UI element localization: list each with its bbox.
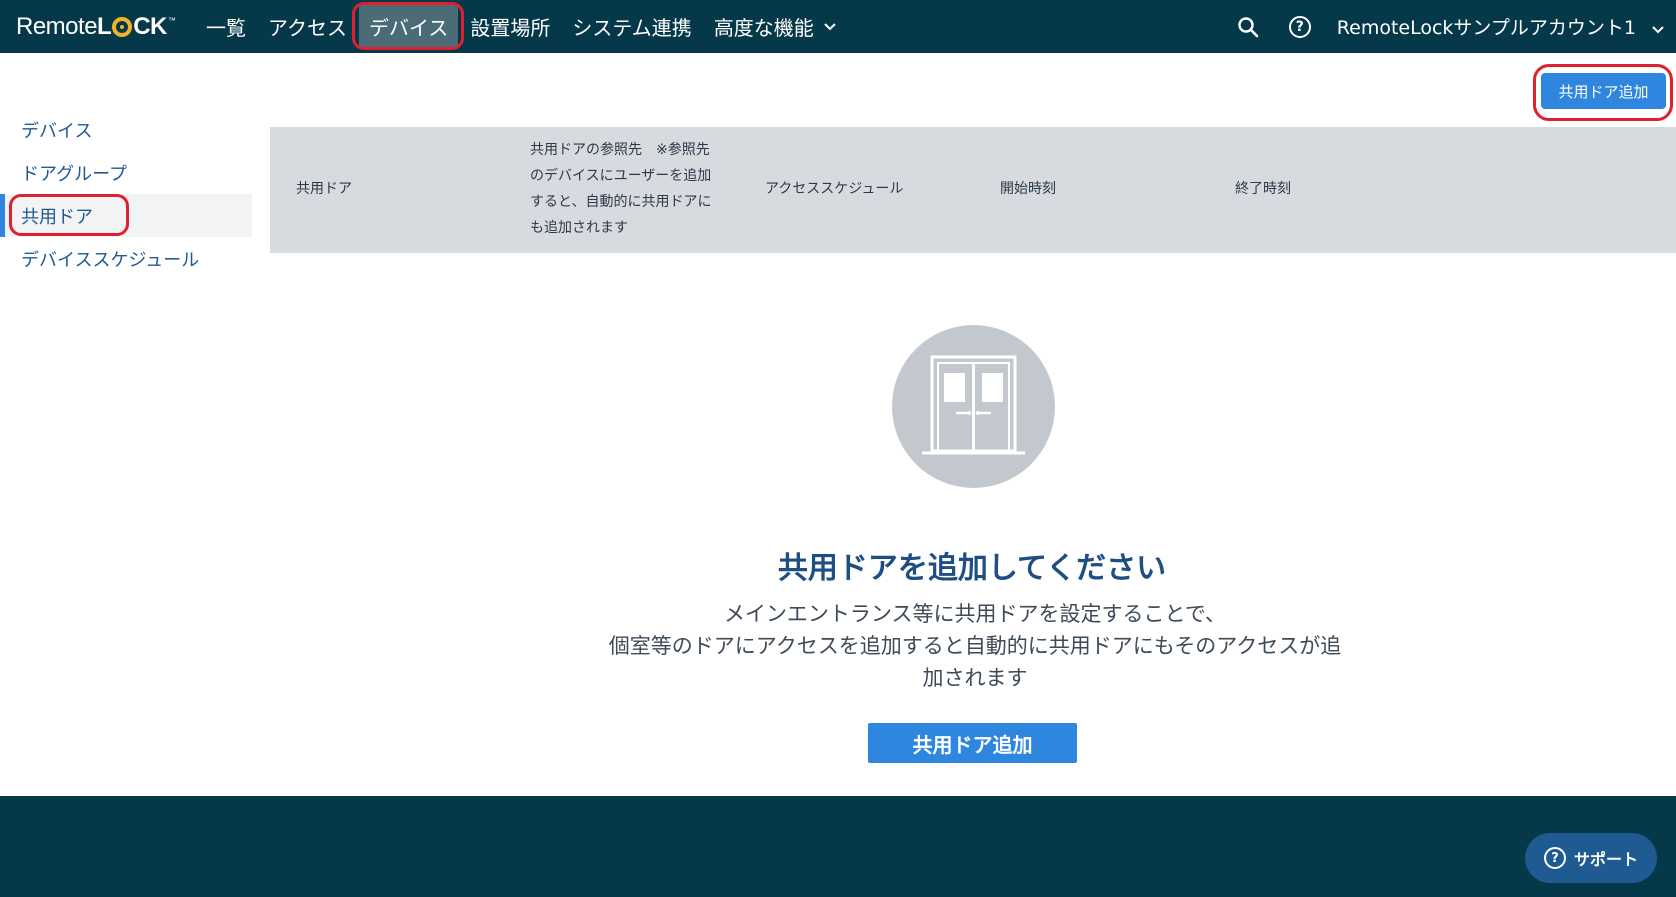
account-menu[interactable]: RemoteLockサンプルアカウント1 xyxy=(1337,13,1664,40)
column-header-start-time[interactable]: 開始時刻 xyxy=(1000,176,1056,202)
logo-letter-l: L xyxy=(97,12,112,40)
table-header: 共用ドア 共用ドアの参照先 ※参照先のデバイスにユーザーを追加すると、自動的に共… xyxy=(270,127,1676,253)
red-highlight-devices xyxy=(352,2,464,50)
description-line: 加されます xyxy=(922,666,1028,690)
chevron-down-icon xyxy=(824,22,836,30)
nav-label: 設置場所 xyxy=(470,16,551,40)
double-door-icon xyxy=(892,325,1055,488)
nav-access[interactable]: アクセス xyxy=(258,5,357,49)
help-button[interactable]: ? xyxy=(1285,12,1315,42)
nav-label: 一覧 xyxy=(206,16,246,40)
footer xyxy=(0,796,1676,897)
column-header-reference[interactable]: 共用ドアの参照先 ※参照先のデバイスにユーザーを追加すると、自動的に共用ドアにも… xyxy=(530,137,715,241)
nav-label: 高度な機能 xyxy=(713,16,814,40)
sidebar-item-label: デバイススケジュール xyxy=(21,249,200,271)
main-nav: 一覧 アクセス デバイス 設置場所 システム連携 高度な機能 xyxy=(196,0,848,53)
empty-state-title: 共用ドアを追加してください xyxy=(777,551,1167,586)
lock-o-icon xyxy=(112,16,133,37)
logo-lock: L CK xyxy=(97,13,167,41)
remotelock-logo[interactable]: Remote L CK ™ xyxy=(16,12,176,41)
logo-letters-ck: CK xyxy=(133,12,167,40)
sidebar-item-devices[interactable]: デバイス xyxy=(0,108,252,151)
empty-state-description: メインエントランス等に共用ドアを設定することで、 個室等のドアにアクセスを追加す… xyxy=(580,598,1370,694)
empty-state-add-shared-door-button[interactable]: 共用ドア追加 xyxy=(868,723,1077,763)
description-line: 個室等のドアにアクセスを追加すると自動的に共用ドアにもそのアクセスが追 xyxy=(608,634,1342,658)
support-glyph: ? xyxy=(1551,850,1559,866)
logo-text: Remote xyxy=(16,12,98,40)
help-glyph: ? xyxy=(1295,18,1304,35)
red-highlight-add-button xyxy=(1533,64,1673,121)
column-header-end-time[interactable]: 終了時刻 xyxy=(1235,176,1291,202)
support-label: サポート xyxy=(1573,850,1638,869)
button-label: 共用ドア追加 xyxy=(912,732,1033,757)
sidebar-item-device-schedules[interactable]: デバイススケジュール xyxy=(0,237,252,280)
search-button[interactable] xyxy=(1233,12,1263,42)
search-icon xyxy=(1238,16,1259,37)
sidebar-item-label: デバイス xyxy=(21,120,93,142)
top-navbar: Remote L CK ™ 一覧 アクセス デバイス 設置場所 システム連携 高… xyxy=(0,0,1676,53)
nav-label: システム連携 xyxy=(572,16,692,40)
nav-locations[interactable]: 設置場所 xyxy=(460,5,560,49)
help-icon: ? xyxy=(1288,15,1311,38)
sidebar-item-label: ドアグループ xyxy=(21,163,128,185)
account-name: RemoteLockサンプルアカウント1 xyxy=(1336,17,1636,39)
red-highlight-shared-doors xyxy=(9,194,129,236)
column-header-shared-door[interactable]: 共用ドア xyxy=(296,176,352,202)
nav-integrations[interactable]: システム連携 xyxy=(562,5,701,49)
nav-overview[interactable]: 一覧 xyxy=(196,5,256,49)
trademark: ™ xyxy=(167,16,176,25)
header-actions: ? RemoteLockサンプルアカウント1 xyxy=(1233,0,1676,53)
nav-advanced-features[interactable]: 高度な機能 xyxy=(704,5,846,49)
sidebar-item-door-groups[interactable]: ドアグループ xyxy=(0,151,252,194)
double-door-graphic xyxy=(922,355,1025,455)
column-header-access-schedule[interactable]: アクセススケジュール xyxy=(765,176,903,202)
description-line: メインエントランス等に共用ドアを設定することで、 xyxy=(723,602,1227,626)
nav-label: アクセス xyxy=(268,16,347,40)
help-icon: ? xyxy=(1543,847,1566,869)
support-button[interactable]: ? サポート xyxy=(1525,833,1657,883)
chevron-down-icon xyxy=(1652,26,1664,34)
